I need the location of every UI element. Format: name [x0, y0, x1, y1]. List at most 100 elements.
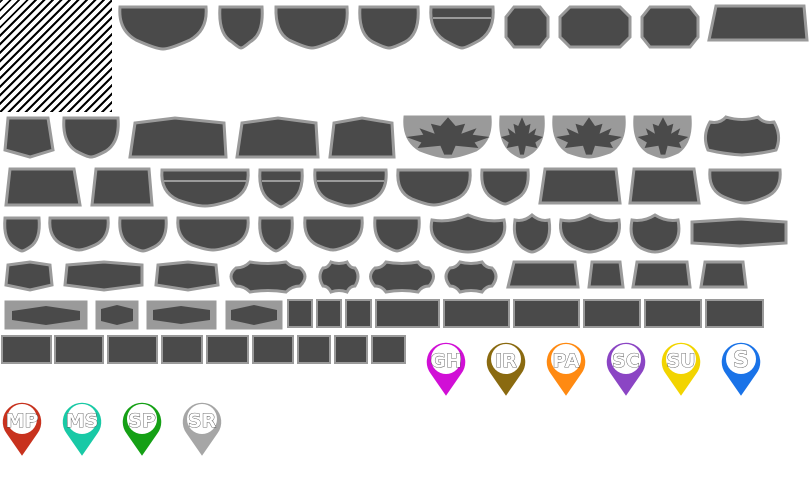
shield-banded	[429, 5, 495, 50]
shield-rounded-wide	[708, 168, 782, 205]
shield-rectangle	[513, 299, 580, 328]
shield-medium-rounded	[358, 5, 420, 50]
map-pin-label: SP	[128, 410, 156, 432]
shield-framed-hexagon	[95, 300, 139, 330]
shield-hexagon-medium	[154, 260, 220, 292]
map-pin-label: SC	[612, 350, 640, 372]
shield-rectangle	[107, 335, 158, 364]
shield-framed-hexagon	[146, 300, 217, 330]
shield-sprite-sheet: GH IR PA SC SU S MP MS SP SR	[1, 4, 809, 459]
shield-trapezoid	[631, 260, 692, 289]
shield-rounded	[118, 216, 168, 253]
shield-trapezoid-wide	[538, 167, 622, 205]
shield-rounded	[62, 116, 120, 159]
canada-leaf-shield	[633, 115, 692, 159]
shield-trapezoid	[628, 167, 701, 205]
shield-trapezoid	[4, 167, 82, 207]
shield-rectangle	[644, 299, 702, 328]
map-pin-ir: IR	[485, 341, 527, 399]
shield-rounded	[480, 168, 530, 206]
shield-rounded-wide	[303, 216, 364, 252]
shield-trapezoid-small	[587, 260, 625, 289]
map-pin-sr: SR	[181, 401, 223, 459]
shield-trapezoid	[90, 167, 154, 207]
map-pin-label: GH	[430, 350, 462, 372]
shield-rounded	[258, 216, 294, 253]
shield-rectangle	[54, 335, 104, 364]
shield-rectangle	[334, 335, 368, 364]
shield-row-1	[118, 4, 809, 51]
shield-trapezoid-wide	[506, 260, 580, 289]
shield-interstate	[629, 213, 681, 254]
map-pin-label: SR	[188, 410, 217, 432]
shield-row-5	[4, 260, 748, 294]
shield-house-wide	[128, 116, 228, 159]
shield-framed-hexagon	[4, 300, 88, 330]
shield-scalloped-wide	[229, 260, 307, 294]
map-pin-label: MS	[66, 410, 99, 432]
shield-rounded-wide	[176, 216, 250, 252]
shield-rectangle	[371, 335, 406, 364]
shield-rectangle	[375, 299, 440, 328]
map-pin-ms: MS	[61, 401, 103, 459]
shield-octagon	[504, 5, 550, 49]
shield-wide-rounded	[274, 5, 349, 50]
map-pin-s: S	[720, 341, 762, 399]
canada-leaf-shield-wide	[403, 115, 492, 159]
map-pin-label: SU	[666, 350, 695, 372]
shield-rectangle	[297, 335, 331, 364]
map-pin-label: PA	[553, 350, 580, 372]
shield-rectangle	[161, 335, 203, 364]
map-pin-mp: MP	[1, 401, 43, 459]
shield-rectangle	[1, 335, 52, 364]
shield-scalloped	[703, 115, 781, 157]
shield-square	[287, 299, 313, 328]
shield-banded	[258, 168, 304, 209]
shield-interstate-wide	[559, 213, 621, 254]
shield-hexagon-long	[690, 217, 788, 248]
shield-scalloped	[318, 260, 360, 294]
canada-leaf-shield	[499, 115, 545, 159]
shield-banded-wide	[160, 168, 250, 208]
shield-house-wide	[235, 116, 320, 159]
map-pin-sp: SP	[121, 401, 163, 459]
shield-row-7	[1, 335, 406, 364]
map-pin-label: S	[733, 348, 749, 373]
shield-rectangle	[443, 299, 510, 328]
shield-hexagon-long	[63, 260, 144, 292]
shield-rounded-wide	[48, 216, 110, 252]
shield-rounded	[3, 216, 41, 253]
shield-row-4	[3, 213, 788, 254]
shield-trapezoid-wide	[707, 4, 809, 42]
map-pin-su: SU	[660, 341, 702, 399]
shield-interstate-wide	[429, 213, 507, 254]
canada-leaf-shield-wide	[552, 115, 626, 159]
shield-row-3	[4, 167, 782, 209]
shield-hexagon-short	[4, 260, 54, 292]
shield-framed-hexagon	[225, 300, 283, 330]
shield-house	[328, 116, 396, 159]
shield-interstate	[512, 213, 552, 254]
shield-square	[316, 299, 342, 328]
shield-rounded	[373, 216, 421, 253]
shield-wide-rounded	[118, 5, 208, 51]
shield-square	[345, 299, 372, 328]
shield-rectangle	[252, 335, 294, 364]
shield-rectangle	[583, 299, 641, 328]
shield-narrow-rounded	[218, 5, 264, 50]
map-pin-gh: GH	[425, 341, 467, 399]
map-pin-label: IR	[495, 350, 517, 372]
shield-trapezoid-small	[699, 260, 748, 289]
shield-flat-pointed	[3, 116, 55, 159]
shield-rounded-wide	[396, 168, 472, 207]
shield-row-2	[3, 115, 781, 159]
shield-octagon-wide	[558, 5, 632, 49]
map-pin-label: MP	[6, 410, 39, 432]
shield-scalloped	[444, 260, 498, 294]
map-pin-sc: SC	[605, 341, 647, 399]
shield-octagon	[640, 5, 700, 49]
shield-scalloped-wide	[369, 260, 435, 294]
shield-banded-wide	[313, 168, 388, 208]
map-pin-pa: PA	[545, 341, 587, 399]
shield-rectangle	[705, 299, 764, 328]
